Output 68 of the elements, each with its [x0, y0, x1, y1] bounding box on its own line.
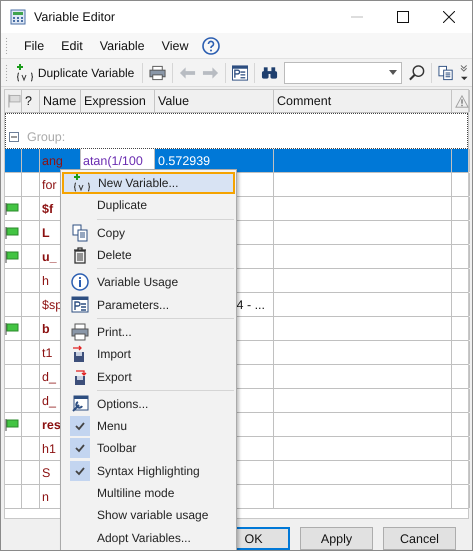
column-header[interactable]: ?: [25, 94, 32, 108]
expression-text: atan(1/100: [82, 154, 143, 168]
context-menu-item[interactable]: Variable Usage: [62, 271, 235, 294]
trash-icon: [71, 246, 89, 264]
variable-name: n: [41, 490, 49, 504]
group-label: Group:: [27, 130, 66, 144]
overflow-chevron-icon[interactable]: [460, 64, 468, 82]
variable-name: $f: [41, 202, 54, 216]
context-menu-item[interactable]: Show variable usage: [62, 504, 235, 526]
value-text: 4 - ...: [236, 298, 266, 312]
context-menu-item[interactable]: Print...: [62, 320, 235, 344]
context-menu-item[interactable]: Parameters...: [62, 293, 235, 316]
parameters-icon[interactable]: [232, 64, 248, 80]
context-menu-item[interactable]: Options...: [62, 392, 235, 415]
menubar-entry[interactable]: View: [154, 38, 198, 52]
flag-icon: [8, 94, 21, 108]
maximize-icon[interactable]: [397, 11, 409, 23]
printer-icon[interactable]: [149, 64, 166, 80]
dropdown-arrow-icon[interactable]: [389, 70, 398, 75]
variable-name: h: [41, 274, 49, 288]
context-menu-item[interactable]: New Variable...: [62, 172, 235, 194]
context-menu-item[interactable]: Toolbar: [62, 437, 235, 460]
context-menu-item[interactable]: Menu: [62, 414, 235, 438]
variable-name: u_: [41, 250, 57, 264]
menubar-entry[interactable]: Edit: [53, 38, 92, 52]
context-menu-item[interactable]: Delete: [62, 244, 235, 266]
variable-name: d_: [41, 394, 56, 408]
value-text: 0.572939: [157, 154, 210, 168]
binoculars-icon[interactable]: [261, 66, 278, 80]
variable-name: h1: [41, 442, 56, 456]
context-menu-item[interactable]: Export: [62, 365, 235, 388]
context-menu-item[interactable]: Multiline mode: [62, 482, 235, 504]
printer-icon: [71, 322, 89, 341]
context-menu-item[interactable]: Copy: [62, 222, 235, 244]
variable-name: for: [41, 178, 57, 192]
context-menu-item[interactable]: Syntax Highlighting: [62, 460, 235, 482]
copy-icon: [71, 224, 89, 242]
variable-name: ang: [41, 154, 63, 168]
column-header[interactable]: Expression: [84, 94, 146, 108]
calculator-icon: [10, 9, 26, 25]
close-icon[interactable]: [443, 11, 455, 23]
dialog-button[interactable]: Apply: [300, 527, 373, 550]
variable-plus-icon: [16, 64, 34, 82]
menubar-entry[interactable]: Variable: [92, 38, 154, 52]
variable-name: t1: [41, 346, 52, 360]
column-header[interactable]: Name: [43, 94, 76, 108]
dialog-button[interactable]: Cancel: [383, 527, 456, 550]
copy-icon[interactable]: [438, 64, 454, 80]
window-title: Variable Editor: [34, 10, 116, 24]
search-icon[interactable]: [408, 64, 426, 82]
collapse-icon[interactable]: [9, 132, 19, 142]
variable-name: res: [41, 418, 61, 432]
parameters-icon: [71, 296, 89, 314]
variable-plus-icon: [72, 174, 90, 192]
context-menu-item[interactable]: Duplicate: [62, 194, 235, 217]
variable-name: S: [41, 466, 50, 480]
variable-name: L: [41, 226, 50, 240]
column-header[interactable]: Comment: [277, 94, 332, 108]
menubar-entry[interactable]: File: [16, 38, 54, 52]
info-icon: [71, 273, 89, 292]
help-icon[interactable]: [202, 36, 220, 54]
variable-name: d_: [41, 370, 56, 384]
column-header[interactable]: Value: [158, 94, 190, 108]
wrench-icon: [71, 394, 89, 413]
variable-name: b: [41, 322, 50, 336]
search-combo-field[interactable]: [284, 62, 402, 84]
duplicate-variable-button[interactable]: Duplicate Variable: [14, 64, 136, 82]
context-menu-item[interactable]: Import: [62, 343, 235, 366]
